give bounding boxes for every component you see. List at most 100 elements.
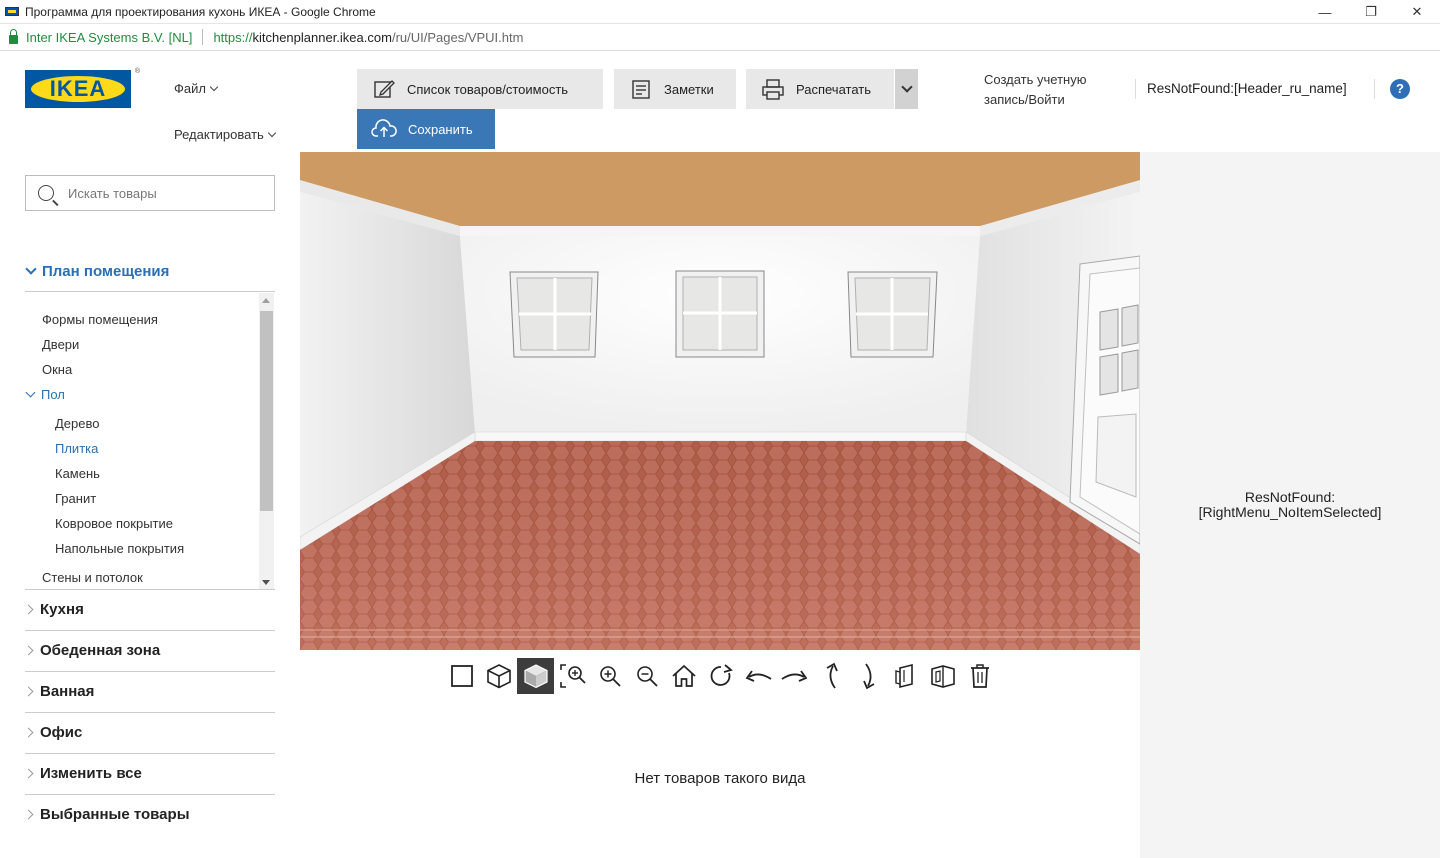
3d-view-icon[interactable] (480, 658, 517, 694)
chevron-down-icon (25, 262, 37, 275)
tree-item-doors[interactable]: Двери (42, 337, 79, 352)
category-office[interactable]: Офис (23, 724, 275, 741)
tree-item-wood[interactable]: Дерево (55, 416, 99, 431)
save-button[interactable]: Сохранить (357, 109, 495, 149)
section-divider (25, 753, 275, 754)
window-middle (675, 270, 765, 358)
category-label: Ванная (40, 683, 95, 700)
chevron-right-icon (23, 768, 34, 779)
category-label: Офис (40, 724, 83, 741)
category-dining[interactable]: Обеденная зона (23, 642, 275, 659)
url-path: /ru/UI/Pages/VPUI.htm (391, 29, 524, 45)
menu-file[interactable]: Файл (174, 81, 219, 96)
address-bar[interactable]: Inter IKEA Systems B.V. [NL] https:// ki… (0, 24, 1440, 51)
ikea-favicon-icon (5, 7, 19, 16)
notes-label: Заметки (664, 81, 714, 97)
tree-item-windows[interactable]: Окна (42, 362, 72, 377)
category-change-all[interactable]: Изменить все (23, 765, 275, 782)
tree-item-walls-ceiling[interactable]: Стены и потолок (42, 570, 143, 585)
delete-icon[interactable] (961, 658, 998, 694)
search-box[interactable] (25, 175, 275, 211)
no-item-line-1: ResNotFound: (1244, 489, 1336, 505)
left-sidebar: План помещения Формы помещения Двери Окн… (0, 152, 300, 858)
section-room-plan[interactable]: План помещения (25, 262, 275, 280)
address-separator (202, 29, 204, 45)
tree-item-room-shapes[interactable]: Формы помещения (42, 312, 158, 327)
minimize-button[interactable]: — (1302, 0, 1348, 24)
product-list-button[interactable]: Список товаров/стоимость (357, 69, 603, 109)
scroll-thumb[interactable] (260, 311, 273, 511)
pan-right-icon[interactable] (776, 658, 813, 694)
tree-item-floor-label: Пол (41, 387, 65, 402)
chevron-down-icon (209, 82, 219, 91)
help-icon[interactable]: ? (1390, 79, 1410, 99)
notes-icon (629, 78, 653, 100)
2d-view-icon[interactable] (443, 658, 480, 694)
tree-item-granite[interactable]: Гранит (55, 491, 96, 506)
zoom-fit-icon[interactable] (554, 658, 591, 694)
url-protocol: https:// (213, 29, 253, 45)
certificate-owner[interactable]: Inter IKEA Systems B.V. [NL] (26, 30, 192, 45)
header-user-name: ResNotFound:[Header_ru_name] (1147, 81, 1347, 96)
print-button[interactable]: Распечатать (746, 69, 894, 109)
print-label: Распечатать (796, 81, 872, 97)
chevron-right-icon (23, 604, 34, 615)
category-kitchen[interactable]: Кухня (23, 601, 275, 618)
category-selected-items[interactable]: Выбранные товары (23, 806, 275, 823)
window-title: Программа для проектирования кухонь ИКЕА… (25, 4, 376, 19)
pan-left-icon[interactable] (739, 658, 776, 694)
search-icon (38, 185, 54, 201)
hide-walls-icon[interactable] (887, 658, 924, 694)
tilt-down-icon[interactable] (850, 658, 887, 694)
zoom-out-icon[interactable] (628, 658, 665, 694)
category-label: Выбранные товары (40, 806, 190, 823)
section-divider (25, 671, 275, 672)
notes-button[interactable]: Заметки (614, 69, 736, 109)
section-divider (25, 630, 275, 631)
close-button[interactable]: ✕ (1394, 0, 1440, 24)
baseboard-back (474, 431, 967, 442)
show-walls-icon[interactable] (924, 658, 961, 694)
printer-icon (761, 78, 785, 100)
section-divider (25, 589, 275, 590)
3d-solid-view-icon[interactable] (517, 658, 554, 694)
tree-item-floor[interactable]: Пол (25, 387, 65, 402)
cornice-back (460, 226, 980, 236)
tree-item-floor-coverings[interactable]: Напольные покрытия (55, 541, 184, 556)
section-divider (25, 712, 275, 713)
tree-item-carpet[interactable]: Ковровое покрытие (55, 516, 173, 531)
3d-room-view[interactable] (300, 152, 1140, 650)
tree-scrollbar[interactable] (259, 293, 274, 590)
tilt-up-icon[interactable] (813, 658, 850, 694)
logo-registered-mark: ® (134, 68, 140, 75)
menu-edit[interactable]: Редактировать (174, 127, 277, 142)
print-options-dropdown[interactable] (895, 69, 918, 109)
door (1069, 255, 1140, 545)
chevron-right-icon (23, 645, 34, 656)
scroll-down-arrow-icon[interactable] (262, 580, 270, 585)
ikea-logo[interactable]: IKEA ® (25, 68, 140, 108)
rotate-icon[interactable] (702, 658, 739, 694)
no-item-line-2: [RightMenu_NoItemSelected] (1198, 504, 1382, 520)
category-bathroom[interactable]: Ванная (23, 683, 275, 700)
menu-file-label: Файл (174, 81, 206, 96)
tree-item-tile[interactable]: Плитка (55, 441, 98, 456)
restore-button[interactable]: ❐ (1348, 0, 1394, 24)
category-label: Обеденная зона (40, 642, 161, 659)
home-icon[interactable] (665, 658, 702, 694)
header-separator (1135, 79, 1136, 99)
chevron-right-icon (23, 809, 34, 820)
zoom-in-icon[interactable] (591, 658, 628, 694)
empty-products-message: Нет товаров такого вида (634, 770, 806, 787)
tree-item-stone[interactable]: Камень (55, 466, 100, 481)
scroll-up-arrow-icon[interactable] (262, 298, 270, 303)
lock-icon (9, 28, 18, 44)
chevron-down-icon (900, 81, 913, 93)
search-input[interactable] (68, 185, 258, 201)
no-item-selected-message: ResNotFound: [RightMenu_NoItemSelected] (1140, 490, 1440, 520)
chevron-right-icon (23, 686, 34, 697)
logo-text: IKEA (49, 76, 107, 101)
chevron-down-icon (267, 128, 277, 137)
menu-edit-label: Редактировать (174, 127, 264, 142)
create-account-login-link[interactable]: Создать учетную запись/Войти (984, 70, 1114, 110)
